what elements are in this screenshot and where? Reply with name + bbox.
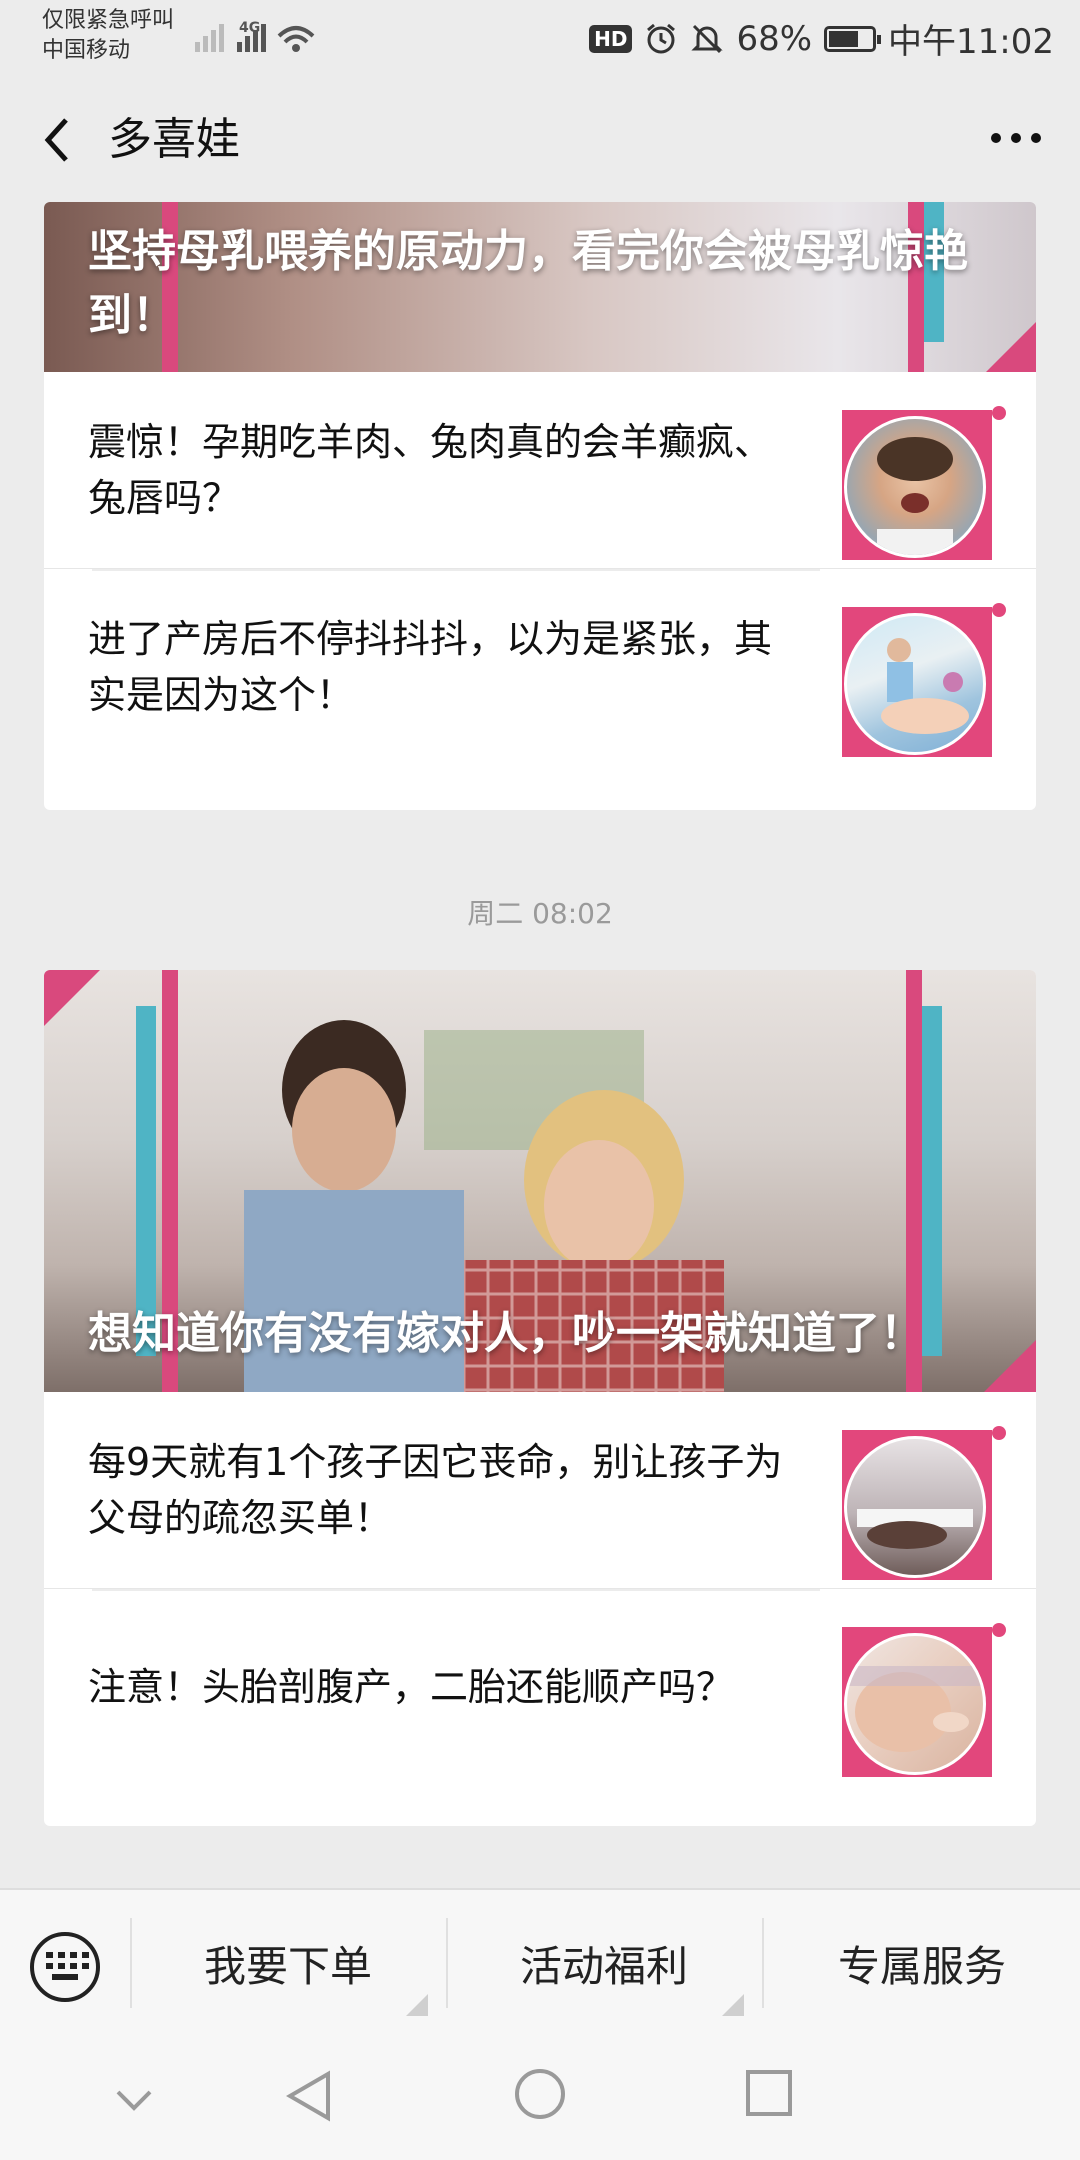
list-item[interactable]: 震惊！孕期吃羊肉、兔肉真的会羊癫疯、兔唇吗？ <box>44 372 1036 568</box>
article-title: 进了产房后不停抖抖抖，以为是紧张，其实是因为这个！ <box>88 617 773 717</box>
article-thumbnail <box>842 406 1006 560</box>
page-title: 多喜娃 <box>108 114 240 165</box>
cover-title: 想知道你有没有嫁对人，吵一架就知道了！ <box>88 1308 924 1359</box>
hide-keyboard-icon[interactable] <box>112 2080 156 2120</box>
back-nav-icon[interactable] <box>282 2066 338 2126</box>
menu-service-button[interactable]: 专属服务 <box>764 1930 1080 2004</box>
submenu-indicator <box>722 1994 744 2016</box>
list-item[interactable]: 注意！头胎剖腹产，二胎还能顺产吗？ <box>44 1588 1036 1785</box>
article-title: 每9天就有1个孩子因它丧命，别让孩子为父母的疏忽买单！ <box>88 1440 783 1540</box>
keyboard-icon[interactable] <box>30 1932 100 2002</box>
article-card-2: 想知道你有没有嫁对人，吵一架就知道了！ 每9天就有1个孩子因它丧命，别让孩子为父… <box>44 970 1036 1826</box>
home-nav-icon[interactable] <box>512 2066 568 2122</box>
signal-icons: 4G <box>195 16 335 64</box>
cover-article-2[interactable]: 想知道你有没有嫁对人，吵一架就知道了！ <box>44 970 1036 1392</box>
recent-apps-icon[interactable] <box>744 2068 794 2118</box>
article-title: 震惊！孕期吃羊肉、兔肉真的会羊癫疯、兔唇吗？ <box>88 420 773 520</box>
carrier-name: 中国移动 <box>42 38 131 63</box>
system-navigation-bar <box>0 2040 1080 2160</box>
battery-percent: 68% <box>736 18 813 59</box>
article-thumbnail <box>842 603 1006 757</box>
emergency-only-label: 仅限紧急呼叫 <box>42 8 175 33</box>
alarm-clock-icon <box>647 23 676 53</box>
status-right: HD 68% 中午11:02 <box>589 14 1054 63</box>
cover-article-1[interactable]: 坚持母乳喂养的原动力，看完你会被母乳惊艳到！ <box>44 202 1036 372</box>
list-item[interactable]: 每9天就有1个孩子因它丧命，别让孩子为父母的疏忽买单！ <box>44 1392 1036 1588</box>
clock: 中午11:02 <box>888 22 1054 62</box>
more-options-icon[interactable] <box>986 108 1046 181</box>
status-bar: 仅限紧急呼叫 中国移动 4G HD 68% 中午11:02 <box>0 0 1080 80</box>
article-card-1: 坚持母乳喂养的原动力，看完你会被母乳惊艳到！ 震惊！孕期吃羊肉、兔肉真的会羊癫疯… <box>44 202 1036 810</box>
menu-order-button[interactable]: 我要下单 <box>132 1930 444 2004</box>
article-title: 注意！头胎剖腹产，二胎还能顺产吗？ <box>88 1665 735 1709</box>
signal-strength-icon: 4G <box>195 20 315 52</box>
menu-benefits-button[interactable]: 活动福利 <box>448 1930 760 2004</box>
mute-bell-icon <box>691 24 724 53</box>
back-icon[interactable] <box>36 110 96 170</box>
hd-voice-badge: HD <box>589 24 633 53</box>
carrier-info: 仅限紧急呼叫 中国移动 <box>42 6 174 66</box>
message-timestamp: 周二 08:02 <box>467 897 613 930</box>
battery-fill <box>829 30 859 47</box>
battery-icon <box>824 25 882 52</box>
list-item[interactable]: 进了产房后不停抖抖抖，以为是紧张，其实是因为这个！ <box>44 568 1036 765</box>
bottom-menu-bar: 我要下单 活动福利 专属服务 <box>0 1888 1080 2040</box>
decor-corner <box>44 970 100 1026</box>
article-thumbnail <box>842 1623 1006 1777</box>
cover-title: 坚持母乳喂养的原动力，看完你会被母乳惊艳到！ <box>88 226 968 341</box>
submenu-indicator <box>406 1994 428 2016</box>
article-thumbnail <box>842 1426 1006 1580</box>
top-navbar: 多喜娃 <box>0 80 1080 200</box>
